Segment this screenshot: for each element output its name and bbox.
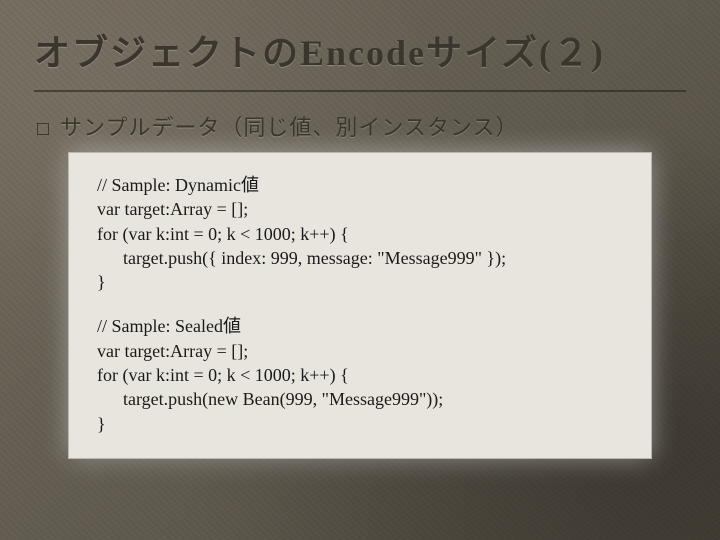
bullet-item: □ サンプルデータ（同じ値、別インスタンス） (34, 110, 686, 142)
code-line: // Sample: Dynamic値 (97, 173, 623, 197)
code-line: // Sample: Sealed値 (97, 314, 623, 338)
code-line: } (97, 412, 623, 436)
code-panel: // Sample: Dynamic値 var target:Array = [… (68, 152, 652, 459)
page-title: オブジェクトのEncodeサイズ(２) (34, 24, 686, 92)
slide: オブジェクトのEncodeサイズ(２) □ サンプルデータ（同じ値、別インスタン… (0, 0, 720, 540)
code-line: var target:Array = []; (97, 197, 623, 221)
bullet-glyph-icon: □ (34, 119, 52, 139)
code-line: } (97, 270, 623, 294)
code-line: target.push(new Bean(999, "Message999"))… (97, 387, 623, 411)
code-line: for (var k:int = 0; k < 1000; k++) { (97, 222, 623, 246)
code-line: for (var k:int = 0; k < 1000; k++) { (97, 363, 623, 387)
code-block-sealed: // Sample: Sealed値 var target:Array = []… (97, 314, 623, 435)
code-line: var target:Array = []; (97, 339, 623, 363)
bullet-text: サンプルデータ（同じ値、別インスタンス） (60, 110, 518, 142)
code-block-dynamic: // Sample: Dynamic値 var target:Array = [… (97, 173, 623, 294)
code-line: target.push({ index: 999, message: "Mess… (97, 246, 623, 270)
